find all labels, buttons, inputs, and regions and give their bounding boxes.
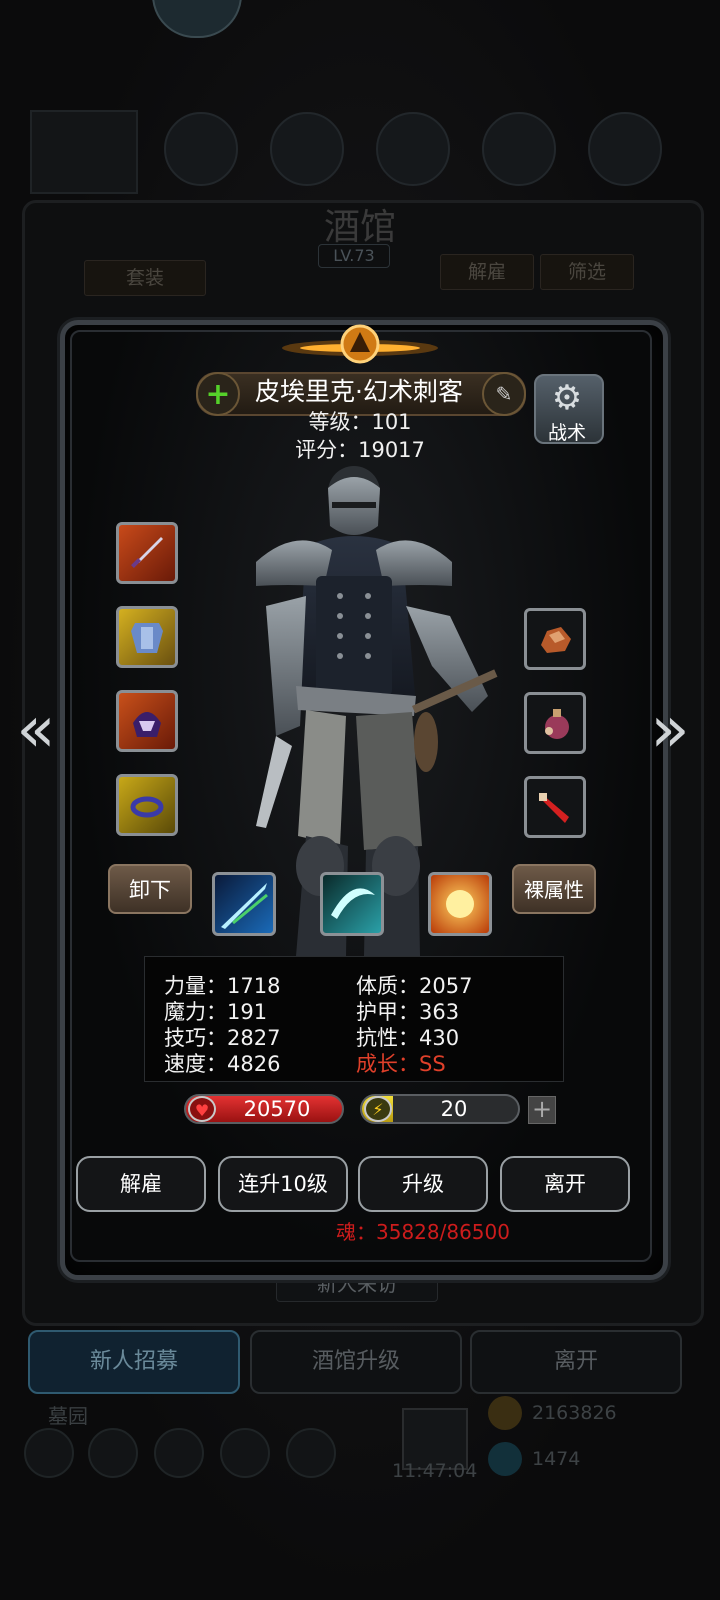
bg-gem-value: 1474 xyxy=(532,1448,581,1470)
edit-icon: ✎ xyxy=(495,382,513,406)
bg-nav-icon xyxy=(24,1428,74,1478)
bg-gold-icon xyxy=(488,1396,522,1430)
bg-menu-icon xyxy=(164,112,238,186)
equip-slot-potion[interactable] xyxy=(524,692,586,754)
attr-growth: 成长：SS xyxy=(356,1052,446,1076)
previous-hero-arrow[interactable]: « xyxy=(8,690,64,770)
tactics-label: 战术 xyxy=(547,422,586,444)
bg-clock: 11:47:04 xyxy=(392,1460,478,1482)
next-hero-arrow[interactable]: » xyxy=(642,690,698,770)
lightning-icon: ⚡ xyxy=(364,1096,392,1122)
skill-slot-1[interactable] xyxy=(212,872,276,936)
bg-tab-dismiss: 解雇 xyxy=(440,254,534,290)
light-beam-icon xyxy=(221,883,268,929)
equip-slot-armor[interactable] xyxy=(116,606,178,668)
bg-tavern-upgrade-button: 酒馆升级 xyxy=(250,1330,462,1394)
crest-emblem-icon xyxy=(282,324,438,364)
equip-slot-ring[interactable] xyxy=(116,774,178,836)
leave-button[interactable]: 离开 xyxy=(500,1156,630,1212)
bg-nav-icon xyxy=(154,1428,204,1478)
bg-nav-icon xyxy=(220,1428,270,1478)
equip-slot-weapon[interactable] xyxy=(116,522,178,584)
bg-leave-button: 离开 xyxy=(470,1330,682,1394)
energy-value: 20 xyxy=(440,1097,468,1121)
bg-tab-filter: 筛选 xyxy=(540,254,634,290)
unequip-button[interactable]: 卸下 xyxy=(108,864,192,914)
gear-icon: ⚙ xyxy=(551,378,583,418)
fire-burst-icon xyxy=(446,890,474,918)
add-energy-button[interactable]: + xyxy=(528,1096,556,1124)
bg-menu-icon xyxy=(482,112,556,186)
attr-speed: 速度：4826 xyxy=(164,1052,281,1076)
bg-graveyard-label: 墓园 xyxy=(48,1404,88,1428)
hero-score: 评分：19017 xyxy=(295,438,425,462)
bg-nav-icon xyxy=(88,1428,138,1478)
bg-gold-value: 2163826 xyxy=(532,1402,617,1424)
wind-slash-icon xyxy=(331,888,375,919)
potion-icon xyxy=(545,709,569,739)
hero-level: 等级：101 xyxy=(308,410,412,434)
heart-icon: ♥ xyxy=(188,1096,216,1122)
helmet-icon xyxy=(133,712,161,737)
dismiss-button[interactable]: 解雇 xyxy=(76,1156,206,1212)
equip-slot-charm[interactable] xyxy=(524,776,586,838)
upgrade-button[interactable]: 升级 xyxy=(358,1156,488,1212)
armor-icon xyxy=(131,623,163,653)
hero-name: 皮埃里克·幻术刺客 xyxy=(255,377,463,406)
bg-menu-icon xyxy=(588,112,662,186)
upgrade-10-button[interactable]: 连升10级 xyxy=(218,1156,348,1212)
bg-tab-set: 套装 xyxy=(84,260,206,296)
bg-portrait xyxy=(30,110,138,194)
red-blade-icon xyxy=(539,793,569,823)
skill-slot-3[interactable] xyxy=(428,872,492,936)
bg-menu-icon xyxy=(376,112,450,186)
soul-counter: 魂：35828/86500 xyxy=(336,1220,510,1244)
skill-slot-2[interactable] xyxy=(320,872,384,936)
equip-slot-material[interactable] xyxy=(524,608,586,670)
bg-gem-icon xyxy=(488,1442,522,1476)
dagger-icon xyxy=(131,537,163,568)
bg-tavern-level: LV.73 xyxy=(318,244,390,268)
hp-value: 20570 xyxy=(243,1097,311,1121)
bg-recruit-button: 新人招募 xyxy=(28,1330,240,1394)
base-attributes-button[interactable]: 裸属性 xyxy=(512,864,596,914)
ore-icon xyxy=(541,627,571,653)
bg-menu-icon xyxy=(270,112,344,186)
equip-slot-helmet[interactable] xyxy=(116,690,178,752)
ring-icon xyxy=(130,796,164,818)
bg-nav-icon xyxy=(286,1428,336,1478)
bg-tavern-title: 酒馆 xyxy=(323,207,396,248)
